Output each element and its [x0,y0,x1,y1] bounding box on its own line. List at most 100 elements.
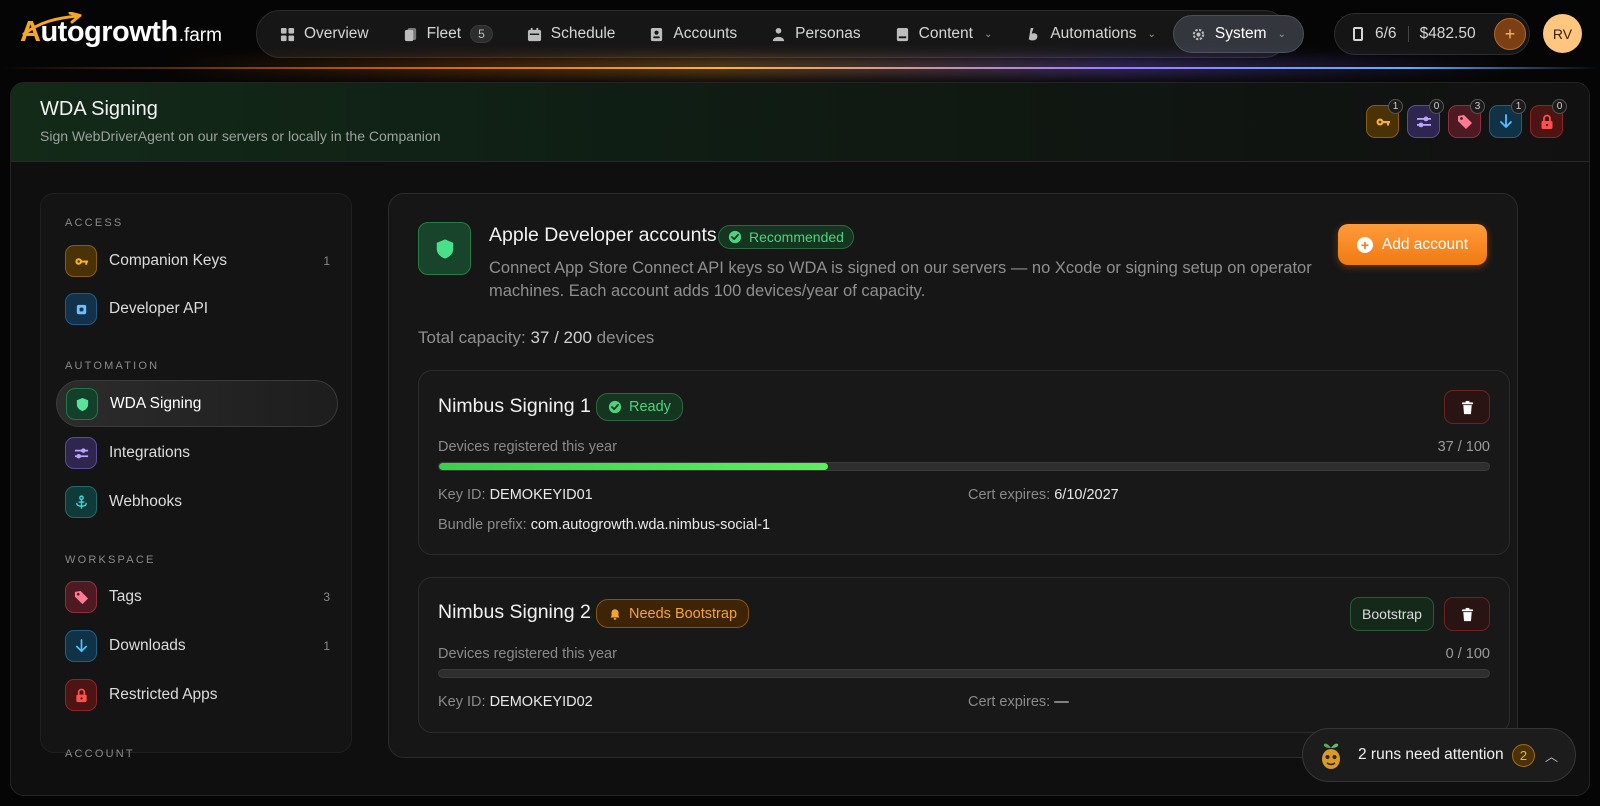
key-id-value: DEMOKEYID02 [489,694,593,710]
key-id-label: Key ID: [438,487,486,503]
recommended-label: Recommended [749,229,844,245]
devices-ratio: 37 / 100 [1437,439,1490,455]
key-id-value: DEMOKEYID01 [489,487,593,503]
sidebar-item-webhooks[interactable]: Webhooks [56,479,338,526]
check-circle-icon [728,230,742,244]
cert-expires-label: Cert expires: [968,694,1051,710]
add-account-button[interactable]: + Add account [1338,224,1487,265]
sidebar-item-downloads[interactable]: Downloads 1 [56,623,338,670]
phone-icon [1353,27,1363,41]
sidebar-item-integrations[interactable]: Integrations [56,430,338,477]
page-frame: WDA Signing Sign WebDriverAgent on our s… [10,82,1590,796]
gear-icon [1191,27,1206,42]
tags-shortcut[interactable]: 3 [1448,99,1485,138]
capacity-unit: devices [596,328,655,347]
brand-initial: A [20,16,41,48]
nav-fleet[interactable]: Fleet 5 [386,15,510,53]
nav-label: Fleet [426,25,462,42]
counter-badge: 0 [1552,99,1567,114]
bundle-prefix: Bundle prefix: com.autogrowth.wda.nimbus… [438,517,770,533]
nav-overview[interactable]: Overview [263,15,386,53]
status-badge-needs-bootstrap: Needs Bootstrap [596,599,750,628]
apple-developer-accounts-panel: Apple Developer accounts Recommended Con… [388,193,1518,758]
header-glow-line [0,67,1600,69]
nav-system[interactable]: System ⌄ [1172,15,1304,53]
shield-icon [418,222,471,275]
script-icon [1026,27,1041,42]
devices-progress-bar [438,462,1490,471]
add-account-label: Add account [1381,235,1469,253]
mascot-icon [1322,743,1340,769]
sidebar-item-developer-api[interactable]: Developer API [56,286,338,333]
lock-icon [1541,114,1552,129]
key-id-label: Key ID: [438,694,486,710]
sidebar-item-label: Restricted Apps [109,686,218,703]
nav-label: Content [918,25,973,42]
key-id: Key ID: DEMOKEYID01 [438,487,593,503]
devices-label: Devices registered this year [438,646,617,662]
nav-schedule[interactable]: Schedule [510,15,633,53]
nav-label: Schedule [550,25,616,42]
total-capacity: Total capacity: 37 / 200 devices [418,328,654,348]
user-avatar[interactable]: RV [1543,14,1582,53]
device-usage: 6/6 [1375,25,1397,42]
brand-suffix: .farm [178,25,222,46]
integrations-shortcut[interactable]: 0 [1407,99,1444,138]
key-icon [65,245,97,277]
nav-content[interactable]: Content ⌄ [878,15,1010,53]
cert-expires-label: Cert expires: [968,487,1051,503]
cert-expires-value: — [1054,694,1069,710]
devices-progress-bar [438,669,1490,678]
sliders-icon [65,437,97,469]
nav-personas[interactable]: Personas [754,15,877,53]
companion-keys-shortcut[interactable]: 1 [1366,99,1403,138]
chevron-up-icon[interactable]: ︿ [1545,746,1558,765]
nav-accounts[interactable]: Accounts [632,15,754,53]
status-badge-ready: Ready [596,393,683,421]
sidebar-item-companion-keys[interactable]: Companion Keys 1 [56,238,338,285]
document-icon [895,27,910,42]
sidebar-item-restricted-apps[interactable]: Restricted Apps [56,672,338,719]
recommended-badge: Recommended [718,225,854,249]
nav-label: Personas [795,25,861,42]
page-subtitle: Sign WebDriverAgent on our servers or lo… [40,128,441,144]
sidebar-item-label: WDA Signing [110,395,202,412]
calendar-icon [527,27,542,42]
sidebar-item-count: 3 [323,590,330,604]
delete-account-button[interactable] [1444,597,1490,631]
status-label: Needs Bootstrap [629,605,738,622]
settings-sidebar: ACCESS Companion Keys 1 Developer API AU… [40,193,352,760]
key-icon [1376,118,1390,125]
brand-logo[interactable]: Autogrowth .farm [20,12,222,49]
tag-icon [1457,114,1472,129]
nav-label: Overview [304,25,369,42]
wallet-summary[interactable]: 6/6 $482.50 + [1334,13,1530,55]
downloads-shortcut[interactable]: 1 [1489,99,1526,138]
cert-expires: Cert expires: 6/10/2027 [968,487,1119,503]
bundle-prefix-value: com.autogrowth.wda.nimbus-social-1 [530,517,771,533]
sidebar-item-tags[interactable]: Tags 3 [56,574,338,621]
sidebar-item-wda-signing[interactable]: WDA Signing [56,380,338,427]
page-header: WDA Signing Sign WebDriverAgent on our s… [11,83,1589,162]
nav-automations[interactable]: Automations ⌄ [1009,15,1173,53]
cert-expires: Cert expires: — [968,694,1069,710]
grid-icon [280,27,295,42]
sidebar-item-label: Webhooks [109,493,182,510]
add-funds-button[interactable]: + [1494,18,1526,50]
runs-attention-toast[interactable]: 2 runs need attention 2 ︿ [1302,728,1576,782]
sidebar-item-count: 1 [323,254,330,268]
sidebar-item-label: Companion Keys [109,252,228,269]
bootstrap-button[interactable]: Bootstrap [1350,597,1434,631]
bell-icon [610,608,620,620]
nav-label: System [1214,25,1267,42]
plus-circle-icon: + [1356,236,1373,253]
cert-expires-value: 6/10/2027 [1054,487,1119,503]
trash-icon [1461,400,1473,414]
delete-account-button[interactable] [1444,390,1490,424]
devices-label: Devices registered this year [438,439,617,455]
counter-badge: 3 [1470,99,1485,114]
restricted-apps-shortcut[interactable]: 0 [1530,99,1567,138]
person-icon [771,27,786,42]
key-id: Key ID: DEMOKEYID02 [438,694,593,710]
section-label-workspace: WORKSPACE [65,554,156,566]
